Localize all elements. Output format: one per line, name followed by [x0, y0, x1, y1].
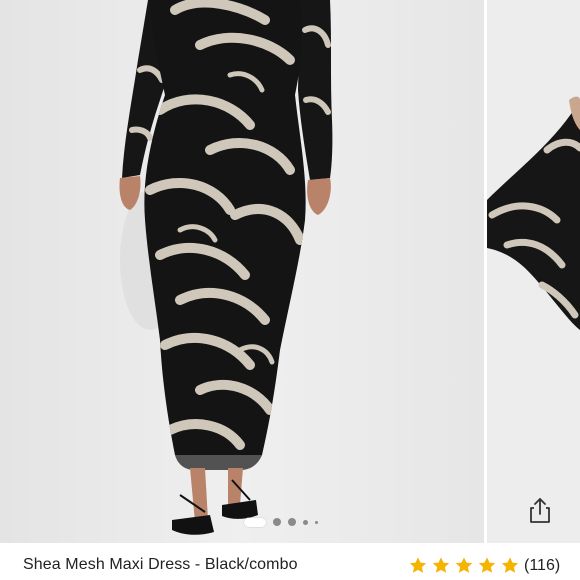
rating-stars [408, 556, 520, 575]
star-icon [409, 557, 427, 573]
carousel-pagination [244, 517, 318, 527]
carousel-dot-5[interactable] [315, 520, 318, 524]
star-icon [455, 557, 473, 573]
share-button[interactable] [520, 490, 560, 530]
carousel-dot-1[interactable] [244, 517, 266, 527]
product-image-carousel[interactable] [0, 0, 580, 543]
product-image-next[interactable] [487, 0, 580, 543]
product-image-main[interactable] [0, 0, 484, 543]
product-title: Shea Mesh Maxi Dress - Black/combo [23, 556, 298, 573]
star-icon [501, 557, 519, 573]
carousel-dot-3[interactable] [288, 518, 296, 526]
carousel-dot-4[interactable] [303, 519, 308, 525]
dress-photo [0, 0, 484, 543]
share-icon [530, 498, 550, 523]
review-count[interactable]: (116) [524, 557, 560, 575]
product-rating[interactable]: (116) [408, 556, 560, 575]
star-icon [432, 557, 450, 573]
star-icon [478, 557, 496, 573]
carousel-dot-2[interactable] [273, 518, 281, 526]
dress-sleeve-photo [487, 0, 580, 543]
